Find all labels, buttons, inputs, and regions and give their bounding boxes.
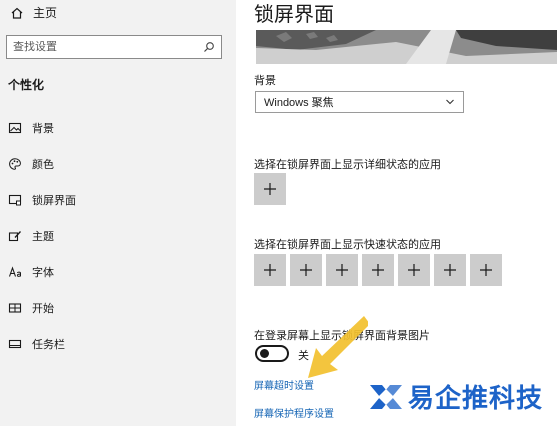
theme-brush-icon: [8, 229, 22, 243]
quick-status-label: 选择在锁屏界面上显示快速状态的应用: [254, 239, 441, 251]
add-quick-status-app-button-1[interactable]: [254, 254, 286, 286]
search-box[interactable]: [6, 35, 222, 59]
home-label: 主页: [33, 6, 58, 20]
add-quick-status-app-button-5[interactable]: [398, 254, 430, 286]
section-title: 个性化: [8, 78, 45, 92]
sidebar-item-label: 颜色: [32, 159, 54, 171]
add-quick-status-app-button-4[interactable]: [362, 254, 394, 286]
sidebar-item-label: 主题: [32, 231, 54, 243]
plus-icon: [372, 264, 384, 276]
sidebar-item-fonts[interactable]: 字体: [0, 254, 236, 290]
sidebar-item-label: 任务栏: [32, 339, 65, 351]
sidebar-nav: 背景 颜色 锁屏界面 主题 字体 开始 任务栏: [0, 110, 236, 362]
background-label: 背景: [254, 75, 276, 87]
screensaver-settings-link[interactable]: 屏幕保护程序设置: [254, 405, 334, 420]
sidebar-item-label: 字体: [32, 267, 54, 279]
plus-icon: [480, 264, 492, 276]
plus-icon: [408, 264, 420, 276]
watermark: 易企推科技: [368, 378, 543, 415]
plus-icon: [264, 264, 276, 276]
background-select-value: Windows 聚焦: [264, 97, 334, 109]
page-title: 锁屏界面: [254, 4, 334, 26]
image-icon: [8, 121, 22, 135]
start-grid-icon: [8, 301, 22, 315]
plus-icon: [300, 264, 312, 276]
add-quick-status-app-button-7[interactable]: [470, 254, 502, 286]
font-icon: [8, 265, 22, 279]
sidebar-item-start[interactable]: 开始: [0, 290, 236, 326]
add-quick-status-app-button-2[interactable]: [290, 254, 322, 286]
settings-content: 锁屏界面 背景 Windows 聚焦 选择在锁屏界面上显示详细状态的应用 选择在…: [236, 0, 557, 426]
watermark-text: 易企推科技: [408, 384, 544, 414]
detailed-status-label: 选择在锁屏界面上显示详细状态的应用: [254, 159, 441, 171]
sidebar-item-taskbar[interactable]: 任务栏: [0, 326, 236, 362]
home-icon: [10, 6, 24, 20]
add-quick-status-app-button-6[interactable]: [434, 254, 466, 286]
watermark-logo: [370, 384, 402, 409]
signin-background-toggle[interactable]: [255, 345, 289, 362]
lock-screen-icon: [8, 193, 22, 207]
chevron-down-icon: [445, 97, 455, 107]
palette-icon: [8, 157, 22, 171]
sidebar-item-themes[interactable]: 主题: [0, 218, 236, 254]
background-select[interactable]: Windows 聚焦: [255, 91, 464, 113]
add-quick-status-app-button-3[interactable]: [326, 254, 358, 286]
home-nav-item[interactable]: 主页: [10, 4, 57, 21]
sidebar-item-background[interactable]: 背景: [0, 110, 236, 146]
toggle-knob: [260, 349, 269, 358]
taskbar-icon: [8, 337, 22, 351]
search-icon[interactable]: [203, 41, 215, 53]
sidebar-item-label: 开始: [32, 303, 54, 315]
sidebar-item-colors[interactable]: 颜色: [0, 146, 236, 182]
sidebar-item-lock-screen[interactable]: 锁屏界面: [0, 182, 236, 218]
annotation-arrow: [308, 316, 368, 378]
sidebar-item-label: 背景: [32, 123, 54, 135]
settings-sidebar: 主页 个性化 背景 颜色 锁屏界面: [0, 0, 236, 426]
lock-screen-preview: [256, 30, 557, 64]
search-input[interactable]: [13, 41, 193, 53]
sidebar-item-label: 锁屏界面: [32, 195, 76, 207]
plus-icon: [444, 264, 456, 276]
plus-icon: [264, 183, 276, 195]
plus-icon: [336, 264, 348, 276]
add-detailed-status-app-button[interactable]: [254, 173, 286, 205]
